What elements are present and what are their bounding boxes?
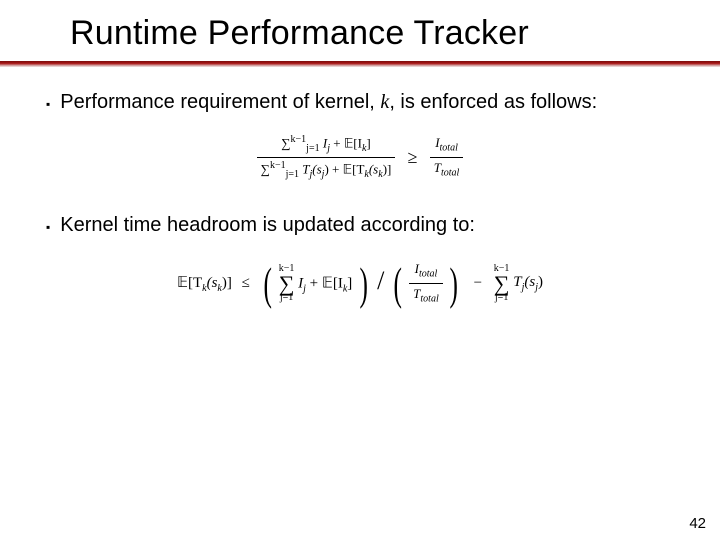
EIk2: 𝔼[I — [322, 275, 343, 291]
Tj-close: ) — [324, 162, 328, 177]
lparen-1: ( — [263, 264, 271, 303]
ETk-close: )] — [383, 162, 392, 177]
eq1-numerator: ∑k−1j=1 Ij + 𝔼[Ik] — [257, 134, 396, 158]
sub: j=1 — [306, 143, 319, 154]
ETk2: 𝔼[T — [177, 275, 202, 291]
EIk: 𝔼[I — [344, 135, 362, 150]
eq1-denominator: ∑k−1j=1 Tj(sj) + 𝔼[Tk(sk)] — [257, 158, 396, 181]
Ttot: T — [434, 160, 441, 175]
eq1-right-fraction: Itotal Ttotal — [430, 135, 464, 180]
eq2-ratio-num: Itotal — [409, 261, 443, 284]
eq2-lhs: 𝔼[Tk(sk)] — [177, 273, 232, 294]
bullet-2-text: Kernel time headroom is updated accordin… — [60, 212, 674, 239]
eq2-last: Tj(sj) — [513, 274, 543, 293]
page-number: 42 — [689, 515, 706, 532]
sup: k−1 — [291, 134, 307, 145]
ETk-arg: (s — [369, 162, 378, 177]
slide-body: ▪ Performance requirement of kernel, k, … — [0, 67, 720, 306]
bullet-marker: ▪ — [46, 96, 50, 112]
bullet-2: ▪ Kernel time headroom is updated accord… — [46, 212, 674, 239]
ETk: 𝔼[T — [343, 162, 365, 177]
eq2-ratio: Itotal Ttotal — [409, 261, 443, 306]
EIk2-close: ] — [347, 275, 352, 291]
Ij-sub: j — [327, 143, 330, 154]
bullet-1-text: Performance requirement of kernel, k, is… — [60, 89, 674, 116]
ETk2-close: )] — [222, 275, 232, 291]
bullet-1: ▪ Performance requirement of kernel, k, … — [46, 89, 674, 116]
eq2-divide-slash: / — [375, 266, 386, 296]
s1b: j=1 — [279, 293, 295, 303]
Ij2-sub: j — [303, 283, 306, 294]
rparen-2: ) — [450, 264, 458, 303]
Tj2-arg: (s — [524, 274, 535, 290]
Ttot2-sub: total — [420, 294, 438, 305]
Tj2-close: ) — [538, 274, 543, 290]
Itot-sub: total — [440, 143, 458, 154]
sup2: k−1 — [270, 160, 286, 171]
sigma-glyph-2: ∑ — [494, 274, 510, 294]
eq1-left-fraction: ∑k−1j=1 Ij + 𝔼[Ik] ∑k−1j=1 Tj(sj) + 𝔼[Tk… — [257, 134, 396, 182]
eq2-ratio-den: Ttotal — [409, 284, 443, 306]
sigma-glyph: ∑ — [279, 274, 295, 294]
Itot2-sub: total — [419, 268, 437, 279]
ETk2-arg: (s — [207, 275, 218, 291]
slide-title: Runtime Performance Tracker — [0, 0, 720, 61]
eq1-relation: ≥ — [400, 147, 426, 168]
Tj-arg: (s — [312, 162, 321, 177]
bullet-1-var: k — [380, 91, 389, 113]
sigma-2: k−1 ∑ j=1 — [494, 264, 510, 304]
bullet-marker-2: ▪ — [46, 219, 50, 235]
bullet-1-suffix: , is enforced as follows: — [389, 91, 597, 113]
eq2-minus: − — [466, 275, 490, 292]
EIk-close: ] — [366, 135, 370, 150]
sigma-1: k−1 ∑ j=1 — [279, 264, 295, 304]
eq2-group1: k−1 ∑ j=1 Ij + 𝔼[Ik] — [279, 264, 353, 304]
slide: Runtime Performance Tracker ▪ Performanc… — [0, 0, 720, 540]
lparen-2: ( — [394, 264, 402, 303]
Tj2: T — [513, 274, 521, 290]
s2b: j=1 — [494, 293, 510, 303]
eq2-relation: ≤ — [236, 275, 256, 292]
Ttot-sub: total — [441, 168, 459, 179]
eq1-rnum: Itotal — [430, 135, 464, 158]
equation-2: 𝔼[Tk(sk)] ≤ ( k−1 ∑ j=1 Ij + 𝔼[Ik] ) / (… — [46, 261, 674, 306]
bullet-1-prefix: Performance requirement of kernel, — [60, 91, 380, 113]
eq1-rden: Ttotal — [430, 158, 464, 180]
equation-1: ∑k−1j=1 Ij + 𝔼[Ik] ∑k−1j=1 Tj(sj) + 𝔼[Tk… — [46, 134, 674, 182]
sub2: j=1 — [286, 169, 299, 180]
rparen-1: ) — [359, 264, 367, 303]
